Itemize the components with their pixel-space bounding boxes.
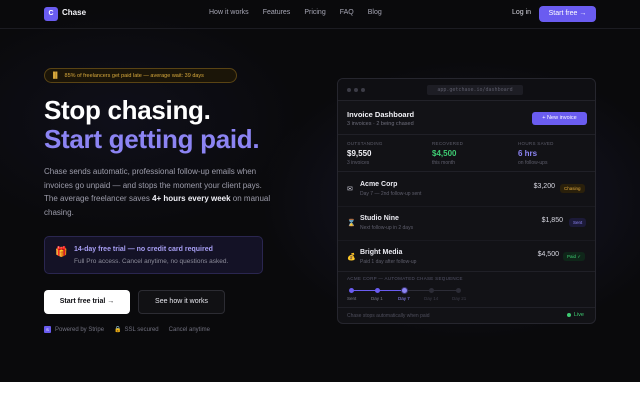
window-dot-icon xyxy=(354,88,358,92)
sequence-label: ACME CORP — AUTOMATED CHASE SEQUENCE xyxy=(347,276,463,281)
sequence-step-label: Sent xyxy=(347,296,357,301)
divider xyxy=(338,206,595,207)
sequence-step-label: Day 7 xyxy=(398,296,410,301)
invoice-amount: $3,200 xyxy=(533,183,555,190)
status-badge: Paid ✓ xyxy=(563,252,586,261)
invoice-amount: $1,850 xyxy=(541,217,563,224)
sequence-step-dot xyxy=(429,288,434,293)
trust-ssl-label: SSL secured xyxy=(124,326,159,333)
stat-recovered: RECOVERED $4,500 this month xyxy=(432,141,463,166)
dashboard-subtitle: 3 invoices · 2 being chased xyxy=(347,121,414,127)
live-dot-icon xyxy=(566,313,571,317)
trust-row: S Powered by Stripe 🔒 SSL secured Cancel… xyxy=(44,326,220,333)
chart-icon: ▐▌ xyxy=(51,72,60,79)
url-bar: app.getchase.io/dashboard xyxy=(427,85,523,95)
window-dot-icon xyxy=(347,88,351,92)
stat-hours-saved: HOURS SAVED 6 hrs on follow-ups xyxy=(518,141,554,166)
stat-label: HOURS SAVED xyxy=(518,141,554,146)
stat-label: OUTSTANDING xyxy=(347,141,383,146)
invoice-meta: Paid 1 day after follow-up xyxy=(360,259,417,265)
invoice-client: Acme Corp xyxy=(360,181,398,188)
stat-value: $9,550 xyxy=(347,149,372,158)
nav-start-free-button[interactable]: Start free → xyxy=(539,6,596,22)
start-free-trial-button[interactable]: Start free trial → xyxy=(44,290,130,314)
nav-link-how-it-works[interactable]: How it works xyxy=(209,9,249,16)
sequence-step-dot xyxy=(375,288,380,293)
hourglass-icon: ⌛ xyxy=(347,220,356,227)
nav-link-pricing[interactable]: Pricing xyxy=(304,9,325,16)
stat-value: $4,500 xyxy=(432,149,457,158)
see-how-it-works-button[interactable]: See how it works xyxy=(138,290,225,314)
headline-line-2: Start getting paid. xyxy=(44,124,260,154)
divider xyxy=(338,271,595,272)
sequence-step-label: Day 21 xyxy=(452,296,467,301)
divider xyxy=(338,307,595,308)
nav-links: How it works Features Pricing FAQ Blog xyxy=(209,9,396,16)
logo-icon[interactable]: C xyxy=(44,7,58,21)
stat-pill-text: 85% of freelancers get paid late — avera… xyxy=(64,72,204,79)
invoice-row[interactable]: ✉ Acme Corp Day 7 — 2nd follow-up sent $… xyxy=(338,177,595,207)
trust-stripe: S Powered by Stripe xyxy=(44,326,104,333)
invoice-client: Bright Media xyxy=(360,249,403,256)
divider xyxy=(338,240,595,241)
stripe-icon: S xyxy=(44,326,51,333)
stat-note: this month xyxy=(432,160,456,166)
status-badge: Sent xyxy=(569,218,587,227)
stat-note: on follow-ups xyxy=(518,160,548,166)
status-badge: Chasing xyxy=(560,184,585,193)
trust-cancel-label: Cancel anytime xyxy=(168,326,211,333)
brand-name[interactable]: Chase xyxy=(62,8,86,17)
landing-page: C Chase How it works Features Pricing FA… xyxy=(0,0,640,382)
invoice-meta: Day 7 — 2nd follow-up sent xyxy=(360,191,422,197)
lead-bold: 4+ hours every week xyxy=(152,194,231,203)
browser-chrome: app.getchase.io/dashboard xyxy=(338,79,595,101)
trial-subtitle: Full Pro access. Cancel anytime, no ques… xyxy=(74,258,229,265)
free-trial-callout: 🎁 14-day free trial — no credit card req… xyxy=(44,236,263,274)
hero-description: Chase sends automatic, professional foll… xyxy=(44,165,276,219)
dashboard-preview: app.getchase.io/dashboard Invoice Dashbo… xyxy=(337,78,596,324)
trust-stripe-label: Powered by Stripe xyxy=(55,326,105,333)
sequence-step-dot xyxy=(456,288,461,293)
stat-pill: ▐▌ 85% of freelancers get paid late — av… xyxy=(44,68,237,83)
lock-icon: 🔒 xyxy=(114,327,122,333)
gift-icon: 🎁 xyxy=(55,247,68,258)
sequence-step-dot xyxy=(349,288,354,293)
login-link[interactable]: Log in xyxy=(512,9,531,16)
headline-line-1: Stop chasing. xyxy=(44,95,211,125)
stat-note: 3 invoices xyxy=(347,160,370,166)
dashboard-title: Invoice Dashboard xyxy=(347,110,415,119)
mail-icon: ✉ xyxy=(347,186,353,193)
new-invoice-button[interactable]: + New invoice xyxy=(532,112,587,125)
stat-outstanding: OUTSTANDING $9,550 3 invoices xyxy=(347,141,383,166)
stat-value: 6 hrs xyxy=(518,149,538,158)
trust-cancel: Cancel anytime xyxy=(169,327,210,333)
nav-link-blog[interactable]: Blog xyxy=(368,9,382,16)
money-bag-icon: 💰 xyxy=(347,254,356,261)
divider xyxy=(338,134,595,135)
sequence-step-label: Day 14 xyxy=(424,296,439,301)
divider xyxy=(338,171,595,172)
live-label: Live xyxy=(573,312,584,318)
sequence-step-label: Day 1 xyxy=(371,296,383,301)
nav-link-faq[interactable]: FAQ xyxy=(340,9,354,16)
trial-title: 14-day free trial — no credit card requi… xyxy=(74,246,213,253)
invoice-client: Studio Nine xyxy=(360,215,399,222)
live-indicator: Live xyxy=(566,312,584,318)
window-dot-icon xyxy=(361,88,365,92)
stat-label: RECOVERED xyxy=(432,141,464,146)
invoice-meta: Next follow-up in 2 days xyxy=(360,225,414,231)
dashboard-footer-text: Chase stops automatically when paid xyxy=(347,313,430,319)
invoice-amount: $4,500 xyxy=(537,251,559,258)
top-nav: C Chase How it works Features Pricing FA… xyxy=(0,0,640,29)
nav-link-features[interactable]: Features xyxy=(263,9,291,16)
invoice-row[interactable]: ⌛ Studio Nine Next follow-up in 2 days $… xyxy=(338,211,595,241)
sequence-step-dot xyxy=(402,288,407,293)
trust-ssl: 🔒 SSL secured xyxy=(114,326,159,334)
